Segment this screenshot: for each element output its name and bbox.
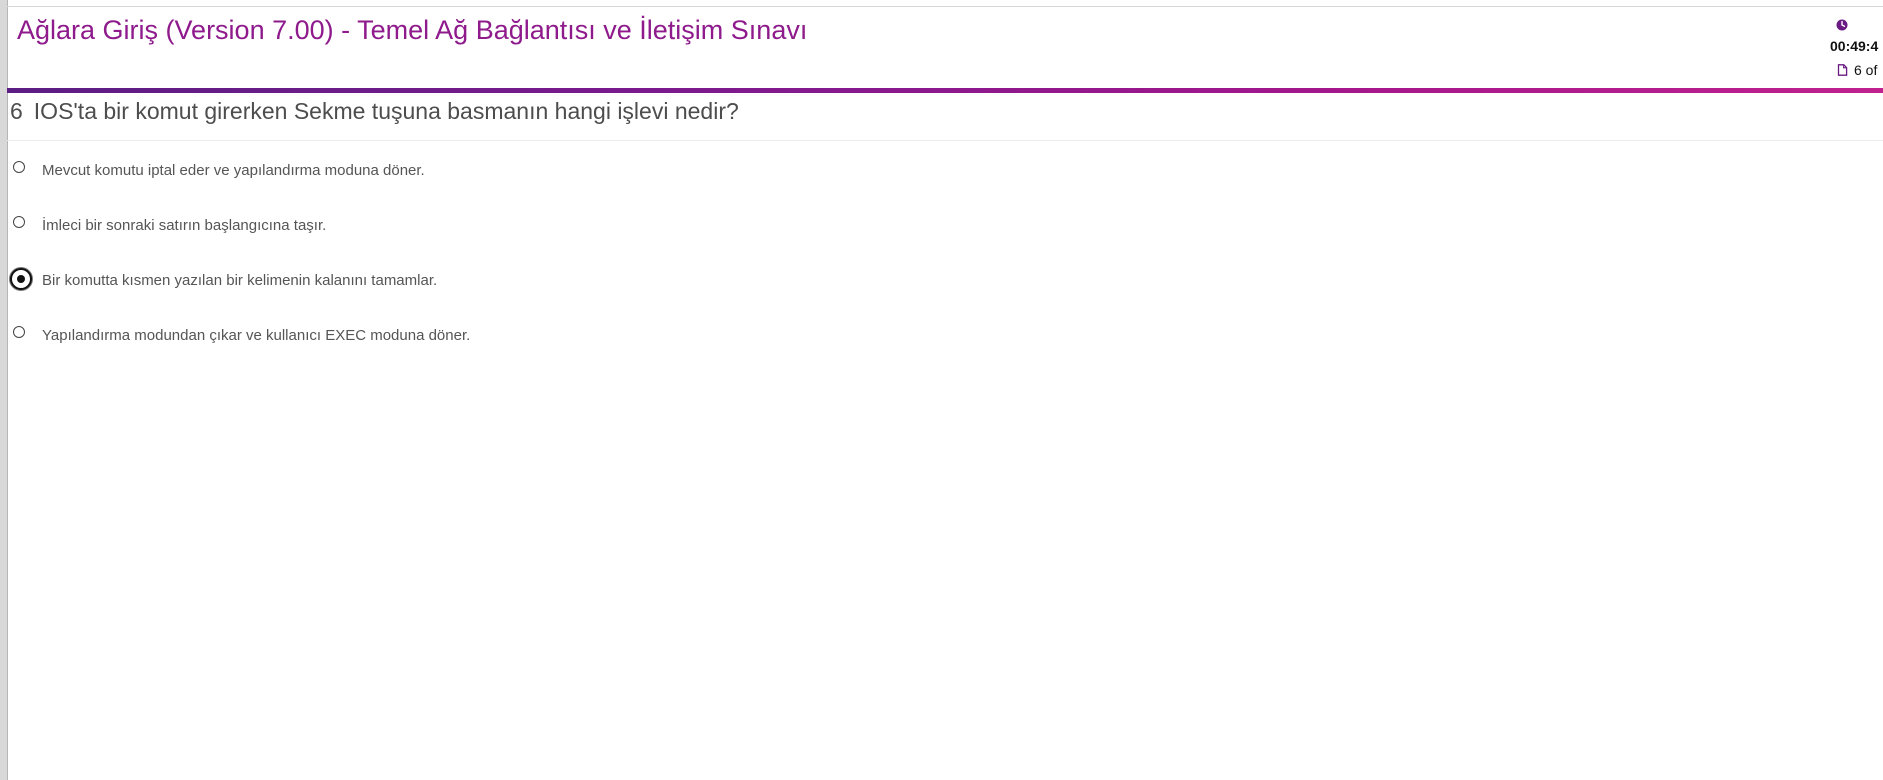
answer-option-4[interactable]: Yapılandırma modundan çıkar ve kullanıcı… [10,323,910,378]
question-heading: 6 IOS'ta bir komut girerken Sekme tuşuna … [10,98,739,125]
answer-radio-4[interactable] [13,326,25,338]
exam-status-panel: 00:49:4 6 of [1820,16,1883,80]
answer-radio-1[interactable] [13,161,25,173]
answer-option-2[interactable]: İmleci bir sonraki satırın başlangıcına … [10,213,910,268]
page-icon [1837,64,1848,76]
question-number: 6 [10,98,23,124]
exam-timer: 00:49:4 [1830,38,1879,54]
window-left-border [0,0,8,780]
exam-page: Ağlara Giriş (Version 7.00) - Temel Ağ B… [0,0,1883,780]
clock-icon [1836,19,1848,31]
header-accent-bar [7,88,1883,93]
answer-label-3[interactable]: Bir komutta kısmen yazılan bir kelimenin… [42,272,437,289]
question-text: IOS'ta bir komut girerken Sekme tuşuna b… [33,98,739,124]
question-divider [7,140,1883,141]
answer-label-4[interactable]: Yapılandırma modundan çıkar ve kullanıcı… [42,327,470,344]
exam-title: Ağlara Giriş (Version 7.00) - Temel Ağ B… [17,15,808,45]
answer-radio-3-selected[interactable] [10,268,32,290]
answer-radio-2[interactable] [13,216,25,228]
top-divider [7,6,1883,7]
question-progress: 6 of [1854,62,1878,78]
answer-label-1[interactable]: Mevcut komutu iptal eder ve yapılandırma… [42,162,425,179]
answer-options: Mevcut komutu iptal eder ve yapılandırma… [10,158,910,378]
answer-option-3[interactable]: Bir komutta kısmen yazılan bir kelimenin… [10,268,910,323]
answer-label-2[interactable]: İmleci bir sonraki satırın başlangıcına … [42,217,326,234]
answer-option-1[interactable]: Mevcut komutu iptal eder ve yapılandırma… [10,158,910,213]
